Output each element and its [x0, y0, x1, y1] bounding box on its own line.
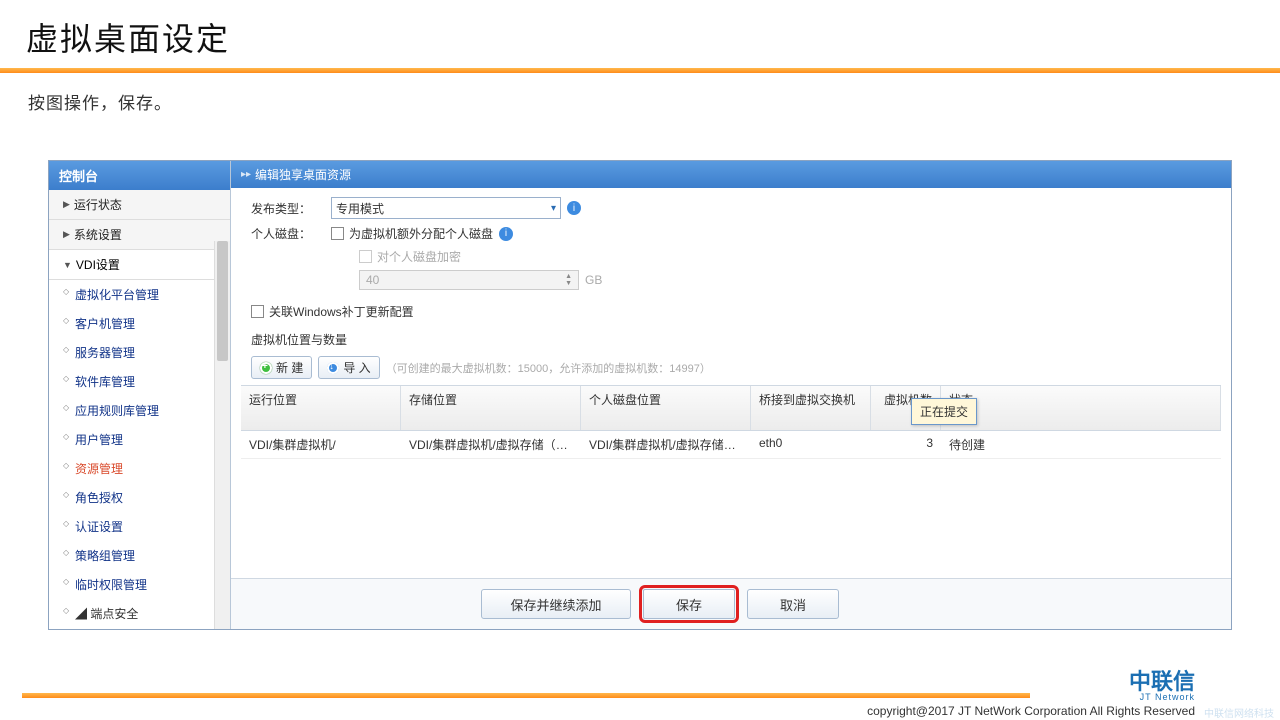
disk-size-input: 40 ▲▼ [359, 270, 579, 290]
chevron-down-icon: ▼ [63, 260, 72, 270]
row-personal-disk: 个人磁盘： 为虚拟机额外分配个人磁盘 i [251, 222, 1211, 245]
info-icon[interactable]: i [499, 227, 513, 241]
publish-type-label: 发布类型： [251, 200, 331, 217]
scrollbar-thumb[interactable] [217, 241, 228, 361]
col-run-location: 运行位置 [241, 386, 401, 430]
grid-row[interactable]: VDI/集群虚拟机/ VDI/集群虚拟机/虚拟存储（三… VDI/集群虚拟机/虚… [241, 431, 1221, 459]
win-update-text: 关联Windows补丁更新配置 [269, 303, 414, 320]
panel-title: 编辑独享桌面资源 [255, 166, 351, 183]
nav-vdi-settings[interactable]: ▼ VDI设置 [49, 250, 230, 280]
sub-policy-group[interactable]: 策略组管理 [49, 541, 230, 570]
sidebar-header: 控制台 [49, 161, 230, 190]
cell-store: VDI/集群虚拟机/虚拟存储（三… [401, 431, 581, 458]
btn-label: 导 入 [343, 359, 370, 376]
save-continue-button[interactable]: 保存并继续添加 [481, 589, 631, 619]
personal-disk-checkbox[interactable] [331, 227, 344, 240]
cancel-button[interactable]: 取消 [747, 589, 839, 619]
new-button[interactable]: 新 建 [251, 356, 312, 379]
submitting-tooltip: 正在提交 [911, 398, 977, 425]
cell-count: 3 [871, 431, 941, 458]
sub-endpoint-security[interactable]: ◢ 端点安全 [49, 599, 230, 628]
info-icon[interactable]: i [567, 201, 581, 215]
sub-software-mgmt[interactable]: 软件库管理 [49, 367, 230, 396]
footer-divider [22, 693, 1030, 698]
toolbar-hint: （可创建的最大虚拟机数：15000，允许添加的虚拟机数：14997） [386, 360, 711, 376]
import-button[interactable]: 导 入 [318, 356, 379, 379]
save-button[interactable]: 保存 [643, 589, 735, 619]
endpoint-children: 端点安全规则 端点安全策略 [49, 628, 230, 630]
logo-sub: JT Network [1140, 693, 1195, 702]
panel-header: ▸▸ 编辑独享桌面资源 [231, 161, 1231, 188]
cell-pdisk: VDI/集群虚拟机/虚拟存储（… [581, 431, 751, 458]
win-update-checkbox[interactable] [251, 305, 264, 318]
row-encrypt-disk: 对个人磁盘加密 [251, 245, 1211, 267]
copyright-text: copyright@2017 JT NetWork Corporation Al… [867, 704, 1195, 718]
slide-subtitle: 按图操作，保存。 [0, 73, 1280, 114]
disk-size-value: 40 [366, 273, 379, 287]
row-disk-size: 40 ▲▼ GB [251, 267, 1211, 292]
import-icon [327, 362, 339, 374]
sidebar-scrollbar[interactable] [214, 241, 230, 629]
nav-label: VDI设置 [76, 256, 120, 273]
chevron-down-icon: ▾ [551, 203, 556, 214]
vdi-sublist: 虚拟化平台管理 客户机管理 服务器管理 软件库管理 应用规则库管理 用户管理 资… [49, 280, 230, 630]
app-screenshot: 控制台 ▶ 运行状态 ▶ 系统设置 ▼ VDI设置 虚拟化平台管理 客户机管理 服务器… [48, 160, 1232, 630]
sub-virtual-platform[interactable]: 虚拟化平台管理 [49, 280, 230, 309]
chevron-right-icon: ▶ [63, 229, 70, 240]
company-logo: 中联信 JT Network [1129, 671, 1195, 702]
publish-type-combo[interactable]: 专用模式 ▾ [331, 197, 561, 219]
form-area: 发布类型： 专用模式 ▾ i 个人磁盘： 为虚拟机额外分配个人磁盘 i 对个人磁… [231, 188, 1231, 327]
main-panel: ▸▸ 编辑独享桌面资源 发布类型： 专用模式 ▾ i 个人磁盘： 为虚拟机额外分配… [231, 161, 1231, 629]
cell-switch: eth0 [751, 431, 871, 458]
sub-auth-settings[interactable]: 认证设置 [49, 512, 230, 541]
col-store-location: 存储位置 [401, 386, 581, 430]
personal-disk-text: 为虚拟机额外分配个人磁盘 [349, 225, 493, 242]
disk-size-unit: GB [585, 273, 602, 287]
sub-role-auth[interactable]: 角色授权 [49, 483, 230, 512]
chevron-right-icon: ▶ [63, 199, 70, 210]
nav-label: 运行状态 [74, 196, 122, 213]
encrypt-checkbox [359, 250, 372, 263]
col-personal-disk: 个人磁盘位置 [581, 386, 751, 430]
logo-main: 中联信 [1129, 671, 1195, 693]
row-publish-type: 发布类型： 专用模式 ▾ i [251, 194, 1211, 222]
endpoint-label: 端点安全 [90, 607, 138, 621]
slide-footer: 中联信 JT Network copyright@2017 JT NetWork… [0, 680, 1280, 720]
section-vm-location: 虚拟机位置与数量 [231, 327, 1231, 352]
nav-system-settings[interactable]: ▶ 系统设置 [49, 220, 230, 250]
nav-runtime-status[interactable]: ▶ 运行状态 [49, 190, 230, 220]
personal-disk-label: 个人磁盘： [251, 225, 331, 242]
encrypt-text: 对个人磁盘加密 [377, 248, 461, 265]
cell-status: 待创建 [941, 431, 1221, 458]
grid-toolbar: 新 建 导 入 （可创建的最大虚拟机数：15000，允许添加的虚拟机数：1499… [231, 352, 1231, 383]
row-win-update: 关联Windows补丁更新配置 [251, 300, 1211, 323]
watermark: 中联信网络科技 [1204, 705, 1274, 720]
spinner-icon: ▲▼ [565, 273, 572, 287]
sub-user-mgmt[interactable]: 用户管理 [49, 425, 230, 454]
sub-client-mgmt[interactable]: 客户机管理 [49, 309, 230, 338]
grid-header: 运行位置 存储位置 个人磁盘位置 桥接到虚拟交换机 虚拟机数量 状态 [241, 385, 1221, 431]
sub-endpoint-rule[interactable]: 端点安全规则 [65, 628, 230, 630]
nav-label: 系统设置 [74, 226, 122, 243]
sub-resource-mgmt[interactable]: 资源管理 [49, 454, 230, 483]
cell-run: VDI/集群虚拟机/ [241, 431, 401, 458]
sub-app-rule-mgmt[interactable]: 应用规则库管理 [49, 396, 230, 425]
slide-title: 虚拟桌面设定 [0, 0, 1280, 68]
col-vswitch: 桥接到虚拟交换机 [751, 386, 871, 430]
sub-temp-perm[interactable]: 临时权限管理 [49, 570, 230, 599]
add-icon [260, 362, 272, 374]
combo-value: 专用模式 [336, 200, 384, 217]
sub-server-mgmt[interactable]: 服务器管理 [49, 338, 230, 367]
sidebar: 控制台 ▶ 运行状态 ▶ 系统设置 ▼ VDI设置 虚拟化平台管理 客户机管理 服务器… [49, 161, 231, 629]
col-status: 状态 [941, 386, 1221, 430]
button-bar: 保存并继续添加 保存 取消 [231, 578, 1231, 629]
breadcrumb-icon: ▸▸ [241, 169, 251, 180]
btn-label: 新 建 [276, 359, 303, 376]
